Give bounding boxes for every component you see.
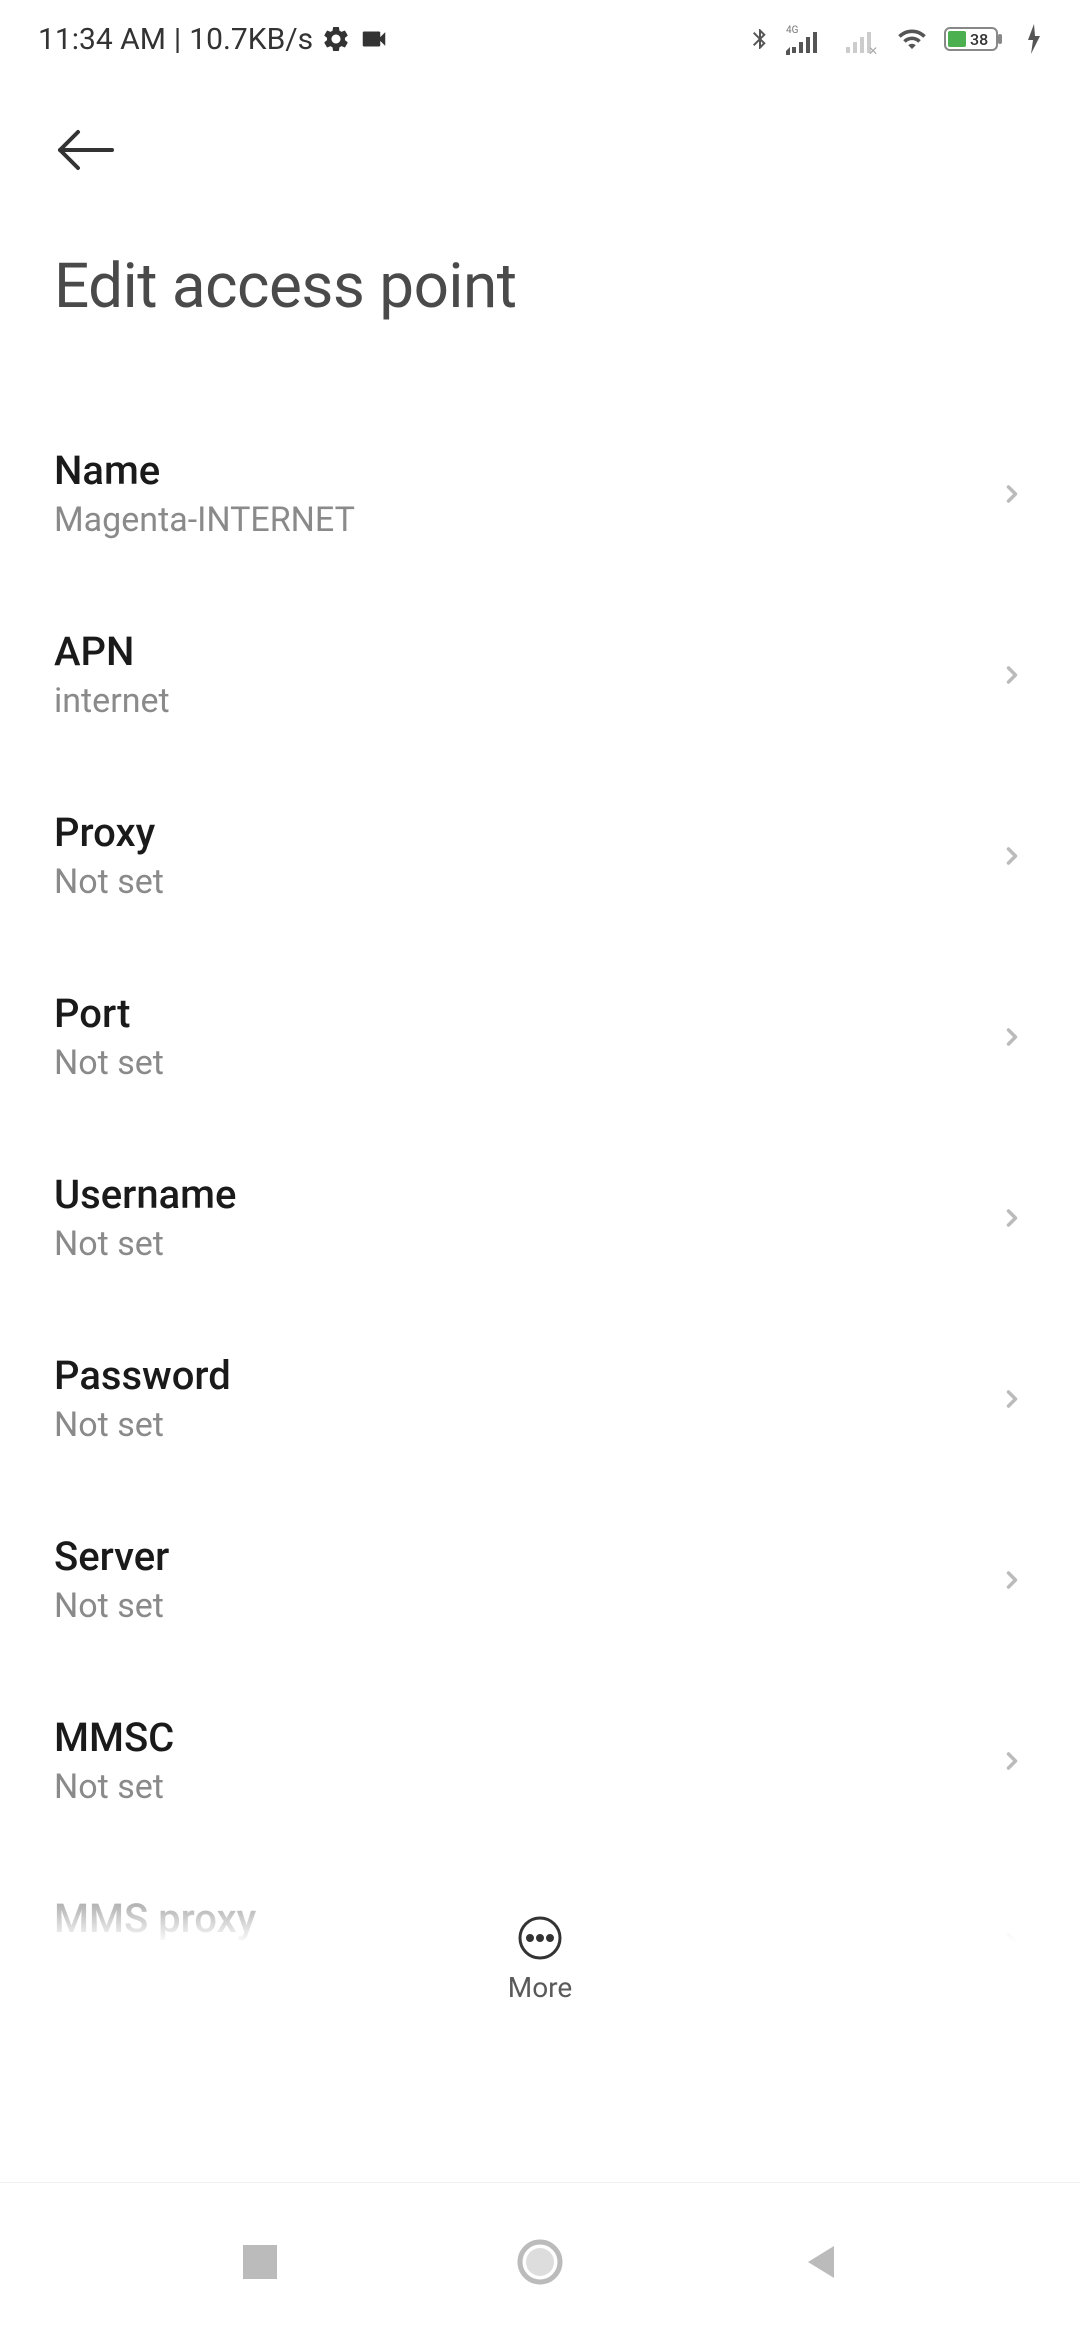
item-value: internet: [54, 681, 998, 721]
bottom-toolbar: More: [0, 1915, 1080, 2024]
item-value: Not set: [54, 1405, 998, 1445]
video-icon: [359, 24, 389, 54]
setting-port[interactable]: Port Not set: [54, 946, 1026, 1127]
chevron-right-icon: [998, 480, 1026, 508]
item-label: APN: [54, 628, 998, 675]
battery-icon: 38: [944, 24, 1012, 54]
item-value: Not set: [54, 1767, 998, 1807]
more-button[interactable]: More: [508, 1915, 573, 2004]
android-nav-bar: [0, 2182, 1080, 2340]
signal-nosim-icon: ✕: [840, 23, 880, 55]
settings-list: Name Magenta-INTERNET APN internet Proxy…: [0, 403, 1080, 2032]
svg-text:38: 38: [970, 30, 988, 49]
status-data-rate: 10.7KB/s: [189, 22, 313, 57]
setting-password[interactable]: Password Not set: [54, 1308, 1026, 1489]
more-icon: [517, 1915, 563, 1961]
chevron-right-icon: [998, 1204, 1026, 1232]
item-value: Not set: [54, 1224, 998, 1264]
status-time: 11:34 AM: [38, 22, 166, 57]
page-title: Edit access point: [54, 250, 1026, 323]
more-label: More: [508, 1971, 573, 2004]
setting-proxy[interactable]: Proxy Not set: [54, 765, 1026, 946]
item-label: Server: [54, 1533, 998, 1580]
setting-server[interactable]: Server Not set: [54, 1489, 1026, 1670]
chevron-right-icon: [998, 842, 1026, 870]
item-value: Magenta-INTERNET: [54, 500, 998, 540]
item-value: Not set: [54, 862, 998, 902]
content-area: Edit access point Name Magenta-INTERNET …: [0, 72, 1080, 2182]
status-separator: |: [174, 22, 181, 57]
bluetooth-icon: [748, 23, 772, 55]
setting-apn[interactable]: APN internet: [54, 584, 1026, 765]
wifi-icon: [894, 24, 930, 54]
setting-name[interactable]: Name Magenta-INTERNET: [54, 403, 1026, 584]
item-label: MMSC: [54, 1714, 998, 1761]
chevron-right-icon: [998, 1385, 1026, 1413]
item-label: Password: [54, 1352, 998, 1399]
back-nav-button[interactable]: [790, 2232, 850, 2292]
item-label: Name: [54, 447, 998, 494]
chevron-right-icon: [998, 1023, 1026, 1051]
recents-button[interactable]: [230, 2232, 290, 2292]
chevron-right-icon: [998, 1747, 1026, 1775]
header: Edit access point: [0, 72, 1080, 323]
charging-icon: [1026, 24, 1042, 54]
setting-mmsc[interactable]: MMSC Not set: [54, 1670, 1026, 1851]
item-value: Not set: [54, 1043, 998, 1083]
status-bar: 11:34 AM | 10.7KB/s 4G: [0, 0, 1080, 72]
status-left: 11:34 AM | 10.7KB/s: [38, 22, 389, 57]
setting-username[interactable]: Username Not set: [54, 1127, 1026, 1308]
item-label: Port: [54, 990, 998, 1037]
status-right: 4G ✕ 38: [748, 23, 1042, 55]
svg-text:✕: ✕: [868, 44, 878, 55]
item-label: Username: [54, 1171, 998, 1218]
item-label: Proxy: [54, 809, 998, 856]
item-value: Not set: [54, 1586, 998, 1626]
signal-4g-icon: 4G: [786, 23, 826, 55]
svg-text:4G: 4G: [786, 25, 799, 36]
home-button[interactable]: [510, 2232, 570, 2292]
gear-icon: [321, 24, 351, 54]
chevron-right-icon: [998, 661, 1026, 689]
chevron-right-icon: [998, 1566, 1026, 1594]
back-button[interactable]: [54, 110, 134, 190]
